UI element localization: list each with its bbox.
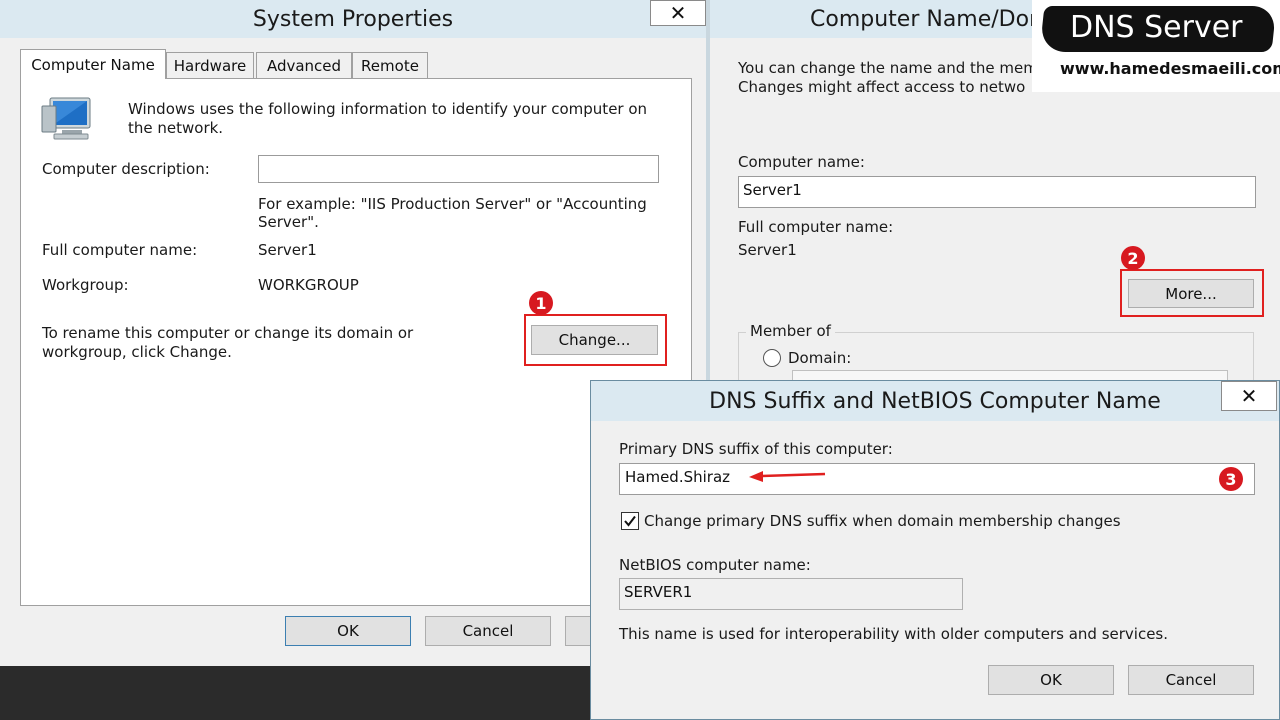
tab-computer-name[interactable]: Computer Name bbox=[20, 49, 166, 79]
workgroup-label: Workgroup: bbox=[42, 276, 129, 294]
tab-advanced[interactable]: Advanced bbox=[256, 52, 352, 78]
dns-dialog-titlebar[interactable]: DNS Suffix and NetBIOS Computer Name bbox=[591, 381, 1279, 421]
example-text-line2: Server". bbox=[258, 213, 319, 231]
domain-radio[interactable] bbox=[763, 349, 781, 367]
watermark-url: www.hamedesmaeili.com bbox=[1060, 59, 1280, 78]
close-icon: ✕ bbox=[669, 1, 687, 25]
domain-label: Domain: bbox=[788, 349, 852, 367]
highlight-box-change bbox=[524, 314, 667, 366]
window-title: System Properties bbox=[252, 6, 454, 32]
computer-description-input[interactable] bbox=[258, 155, 659, 183]
change-suffix-checkbox-label: Change primary DNS suffix when domain me… bbox=[644, 512, 1121, 530]
step-badge-1: 1 bbox=[529, 291, 553, 315]
computer-name-label: Computer name: bbox=[738, 153, 865, 171]
checkmark-icon bbox=[624, 515, 636, 527]
step-badge-2: 2 bbox=[1121, 246, 1145, 270]
cancel-button[interactable]: Cancel bbox=[425, 616, 551, 646]
system-properties-titlebar[interactable]: System Properties bbox=[0, 0, 706, 38]
full-computer-name-value: Server1 bbox=[738, 241, 797, 259]
close-icon: ✕ bbox=[1240, 384, 1258, 408]
netbios-name-input: SERVER1 bbox=[619, 578, 963, 610]
close-button[interactable]: ✕ bbox=[650, 0, 706, 26]
dialog-close-button[interactable]: ✕ bbox=[1221, 381, 1277, 411]
primary-dns-suffix-input[interactable]: Hamed.Shiraz bbox=[619, 463, 1255, 495]
intro-text-line1: Windows uses the following information t… bbox=[128, 100, 648, 118]
example-text-line1: For example: "IIS Production Server" or … bbox=[258, 195, 647, 213]
intro-text-line2: Changes might affect access to netwo bbox=[738, 78, 1026, 96]
tab-remote[interactable]: Remote bbox=[352, 52, 428, 78]
change-suffix-checkbox[interactable] bbox=[621, 512, 639, 530]
intro-text-line1: You can change the name and the mem bbox=[738, 59, 1038, 77]
rename-text-line2: workgroup, click Change. bbox=[42, 343, 232, 361]
intro-text-line2: the network. bbox=[128, 119, 224, 137]
tab-label: Advanced bbox=[266, 56, 342, 75]
tab-label: Remote bbox=[361, 56, 419, 75]
window-title: Computer Name/Dom bbox=[810, 6, 1051, 32]
computer-name-input[interactable]: Server1 bbox=[738, 176, 1256, 208]
dialog-title: DNS Suffix and NetBIOS Computer Name bbox=[709, 388, 1161, 414]
interoperability-info-text: This name is used for interoperability w… bbox=[619, 625, 1169, 643]
full-computer-name-value: Server1 bbox=[258, 241, 317, 259]
rename-text-line1: To rename this computer or change its do… bbox=[42, 324, 414, 342]
highlight-box-more bbox=[1120, 269, 1264, 317]
dialog-ok-button[interactable]: OK bbox=[988, 665, 1114, 695]
full-computer-name-label: Full computer name: bbox=[738, 218, 894, 236]
dns-suffix-dialog: DNS Suffix and NetBIOS Computer Name ✕ P… bbox=[590, 380, 1280, 720]
ok-button[interactable]: OK bbox=[285, 616, 411, 646]
tab-label: Hardware bbox=[173, 56, 247, 75]
tab-hardware[interactable]: Hardware bbox=[166, 52, 254, 78]
computer-description-label: Computer description: bbox=[42, 160, 210, 178]
workgroup-value: WORKGROUP bbox=[258, 276, 359, 294]
computer-icon bbox=[41, 97, 91, 140]
netbios-name-label: NetBIOS computer name: bbox=[619, 556, 811, 574]
tab-label: Computer Name bbox=[31, 55, 155, 74]
arrow-indicator bbox=[749, 471, 826, 482]
watermark: DNS Server www.hamedesmaeili.com bbox=[1032, 0, 1280, 92]
dialog-cancel-button[interactable]: Cancel bbox=[1128, 665, 1254, 695]
step-badge-3: 3 bbox=[1219, 467, 1243, 491]
watermark-title: DNS Server bbox=[1070, 10, 1243, 45]
primary-dns-suffix-label: Primary DNS suffix of this computer: bbox=[619, 440, 893, 458]
member-of-label: Member of bbox=[746, 322, 835, 341]
full-computer-name-label: Full computer name: bbox=[42, 241, 198, 259]
